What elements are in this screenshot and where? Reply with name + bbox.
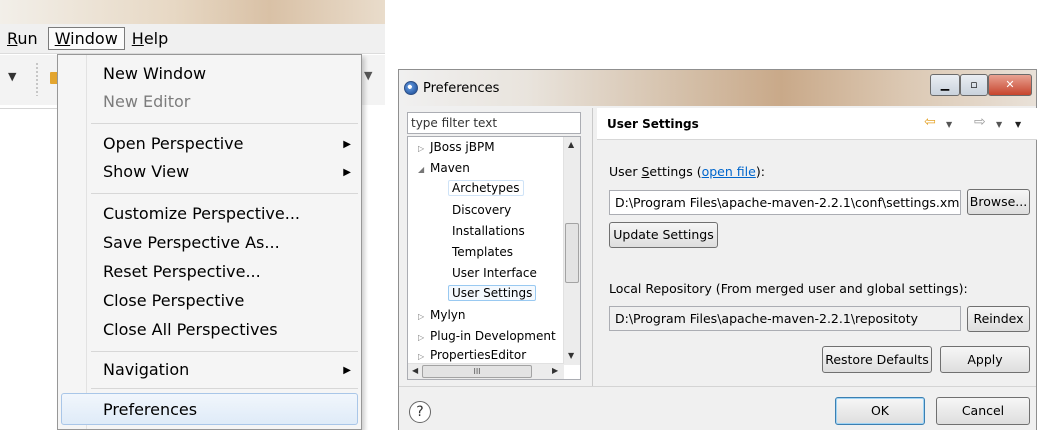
menu-separator bbox=[91, 123, 358, 124]
eclipse-preferences-icon bbox=[404, 81, 418, 95]
maximize-button[interactable]: ▫ bbox=[960, 74, 988, 96]
menu-item-open-perspective[interactable]: Open Perspective bbox=[103, 134, 243, 153]
tree-item-templates[interactable]: Templates bbox=[452, 245, 513, 259]
collapsed-expander-icon[interactable]: ▷ bbox=[418, 333, 424, 342]
menu-gutter bbox=[86, 55, 87, 429]
menu-item-save-perspective-as[interactable]: Save Perspective As... bbox=[103, 233, 280, 252]
forward-dropdown-icon[interactable]: ▼ bbox=[996, 120, 1002, 129]
local-repository-label: Local Repository (From merged user and g… bbox=[609, 281, 968, 296]
tree-item-discovery[interactable]: Discovery bbox=[452, 203, 511, 217]
toolbar-dropdown-icon[interactable]: ▼ bbox=[364, 69, 372, 82]
footer-divider bbox=[399, 386, 1036, 387]
menu-separator bbox=[91, 351, 358, 352]
eclipse-title-bar bbox=[0, 0, 385, 24]
collapsed-expander-icon[interactable]: ▷ bbox=[418, 352, 424, 361]
menu-bar: Run Window Help bbox=[0, 24, 385, 54]
page-header: User Settings ⇦ ▼ ⇨ ▼ ▼ bbox=[597, 108, 1037, 140]
menu-item-show-view[interactable]: Show View bbox=[103, 162, 189, 181]
ok-button[interactable]: OK bbox=[835, 397, 925, 425]
filter-input[interactable]: type filter text bbox=[407, 112, 581, 134]
preferences-dialog: Preferences ▁ ▫ ✕ type filter text ▷ JBo… bbox=[398, 69, 1037, 430]
menu-item-reset-perspective[interactable]: Reset Perspective... bbox=[103, 262, 261, 281]
tree-item-maven[interactable]: Maven bbox=[430, 161, 470, 175]
restore-defaults-button[interactable]: Restore Defaults bbox=[822, 346, 932, 373]
menu-separator bbox=[91, 388, 358, 389]
tree-item-archetypes[interactable]: Archetypes bbox=[448, 180, 524, 196]
menu-separator bbox=[91, 193, 358, 194]
menu-item-close-all-perspectives[interactable]: Close All Perspectives bbox=[103, 320, 278, 339]
scroll-down-icon[interactable]: ▼ bbox=[568, 351, 574, 360]
open-file-link[interactable]: open file bbox=[702, 164, 756, 179]
menu-item-navigation[interactable]: Navigation bbox=[103, 360, 189, 379]
tree-vertical-scrollbar[interactable]: ▲ ▼ bbox=[563, 137, 580, 365]
panel-divider[interactable] bbox=[592, 108, 593, 386]
toolbar-grip-icon[interactable] bbox=[36, 62, 38, 96]
expanded-expander-icon[interactable]: ◢ bbox=[418, 165, 424, 174]
tree-item-user-settings[interactable]: User Settings bbox=[448, 285, 537, 301]
user-settings-label: User Settings (open file): bbox=[609, 164, 765, 179]
tree-item-properties-editor[interactable]: PropertiesEditor bbox=[430, 348, 526, 362]
back-arrow-icon[interactable]: ⇦ bbox=[924, 114, 936, 130]
scroll-up-icon[interactable]: ▲ bbox=[568, 140, 574, 149]
menu-item-customize-perspective[interactable]: Customize Perspective... bbox=[103, 204, 300, 223]
minimize-button[interactable]: ▁ bbox=[930, 74, 960, 96]
submenu-arrow-icon: ▶ bbox=[343, 167, 351, 178]
dialog-title-bar[interactable]: Preferences ▁ ▫ ✕ bbox=[399, 70, 1036, 106]
tree-item-installations[interactable]: Installations bbox=[452, 224, 525, 238]
view-menu-icon[interactable]: ▼ bbox=[1015, 120, 1021, 129]
forward-arrow-icon[interactable]: ⇨ bbox=[974, 114, 986, 130]
scroll-left-icon[interactable]: ◀ bbox=[412, 366, 418, 375]
preferences-tree: ▷ JBoss jBPM ◢ Maven Archetypes Discover… bbox=[407, 136, 581, 380]
menu-item-new-editor: New Editor bbox=[103, 92, 191, 111]
update-settings-button[interactable]: Update Settings bbox=[609, 222, 718, 248]
menu-item-preferences[interactable]: Preferences bbox=[103, 400, 197, 419]
menu-item-new-window[interactable]: New Window bbox=[103, 64, 206, 83]
close-button[interactable]: ✕ bbox=[988, 74, 1032, 96]
collapsed-expander-icon[interactable]: ▷ bbox=[418, 144, 424, 153]
window-menu: New Window New Editor Open Perspective ▶… bbox=[57, 54, 362, 430]
toolbar-divider bbox=[0, 108, 60, 109]
user-settings-path-input[interactable]: D:\Program Files\apache-maven-2.2.1\conf… bbox=[609, 190, 961, 215]
collapsed-expander-icon[interactable]: ▷ bbox=[418, 312, 424, 321]
submenu-arrow-icon: ▶ bbox=[343, 139, 351, 150]
reindex-button[interactable]: Reindex bbox=[967, 306, 1030, 332]
menu-item-close-perspective[interactable]: Close Perspective bbox=[103, 291, 244, 310]
browse-button[interactable]: Browse... bbox=[967, 189, 1030, 215]
toolbar-right-stub: ▼ bbox=[360, 55, 385, 105]
scrollbar-thumb[interactable]: III bbox=[422, 365, 532, 378]
tree-item-mylyn[interactable]: Mylyn bbox=[430, 308, 466, 322]
menu-run[interactable]: Run bbox=[0, 27, 45, 50]
scrollbar-thumb[interactable] bbox=[565, 223, 579, 283]
submenu-arrow-icon: ▶ bbox=[343, 365, 351, 376]
help-icon[interactable]: ? bbox=[409, 401, 431, 423]
apply-button[interactable]: Apply bbox=[940, 346, 1030, 373]
menu-window[interactable]: Window bbox=[47, 27, 125, 50]
tree-item-jboss-jbpm[interactable]: JBoss jBPM bbox=[430, 140, 495, 154]
local-repository-path-field[interactable]: D:\Program Files\apache-maven-2.2.1\repo… bbox=[609, 306, 961, 331]
tree-item-user-interface[interactable]: User Interface bbox=[452, 266, 537, 280]
menu-help[interactable]: Help bbox=[125, 27, 175, 50]
page-title: User Settings bbox=[607, 117, 699, 131]
eclipse-window: Run Window Help ▼ ▼ New Window New Edito… bbox=[0, 0, 385, 430]
tree-item-plugin-development[interactable]: Plug-in Development bbox=[430, 329, 556, 343]
tree-horizontal-scrollbar[interactable]: ◀ III ▶ bbox=[408, 363, 564, 379]
cancel-button[interactable]: Cancel bbox=[936, 397, 1030, 425]
dialog-title: Preferences bbox=[423, 81, 500, 96]
toolbar-dropdown-icon[interactable]: ▼ bbox=[8, 70, 16, 83]
back-dropdown-icon[interactable]: ▼ bbox=[946, 120, 952, 129]
scroll-right-icon[interactable]: ▶ bbox=[552, 366, 558, 375]
